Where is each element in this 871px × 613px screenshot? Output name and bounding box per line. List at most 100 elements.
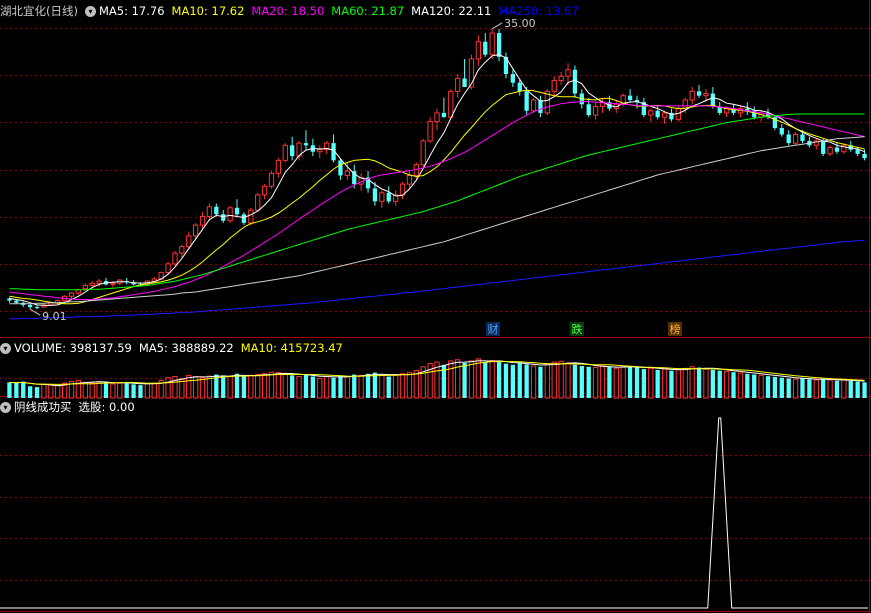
candle-body: [227, 207, 233, 222]
volume-bar: [7, 382, 12, 398]
candle-body: [379, 192, 385, 202]
volume-bar: [372, 372, 378, 398]
candle-body: [538, 99, 543, 113]
volume-bar: [599, 365, 606, 399]
volume-bar: [841, 379, 847, 399]
candle-body: [448, 90, 454, 118]
volume-bar: [737, 372, 744, 399]
candle-body: [344, 170, 350, 176]
volume-bar: [752, 374, 757, 398]
chevron-down-icon[interactable]: ▾: [84, 6, 96, 17]
ma-label-2: MA20: 18.50: [251, 4, 325, 18]
volume-bar: [117, 382, 123, 399]
volume-bar: [144, 383, 151, 399]
volume-bar: [517, 362, 522, 398]
volume-bar: [352, 374, 357, 398]
chevron-down-icon[interactable]: ▾: [0, 343, 11, 354]
candle-body: [386, 192, 391, 202]
volume-bar: [248, 374, 254, 399]
volume-bar: [689, 366, 695, 399]
volume-bar: [745, 373, 750, 398]
candle-body: [290, 145, 295, 157]
candle-body: [206, 206, 213, 217]
ma-line-ma20: [9, 101, 865, 300]
volume-bar: [110, 383, 116, 399]
high-marker-line: [491, 22, 503, 30]
candle-body: [592, 105, 599, 116]
volume-bar: [592, 367, 599, 399]
volume-bar: [496, 362, 502, 398]
candle-body: [179, 246, 185, 254]
volume-bar: [96, 381, 102, 399]
volume-bar: [620, 366, 626, 399]
candle-body: [558, 75, 564, 82]
volume-bar: [786, 378, 791, 398]
volume-bar: [82, 381, 88, 399]
volume-bar: [165, 377, 171, 399]
volume-bar: [723, 370, 730, 399]
candle-body: [530, 99, 537, 112]
volume-bar: [792, 378, 799, 399]
volume-bar: [530, 365, 537, 399]
volume-bar: [379, 374, 385, 399]
volume-bar: [827, 379, 833, 399]
candle-body: [689, 90, 695, 101]
volume-bar: [607, 366, 612, 398]
volume-bar: [455, 359, 461, 399]
candle-body: [696, 91, 702, 96]
volume-bar: [834, 380, 840, 398]
volume-bar: [813, 379, 819, 399]
indicator-label-1: 选股: 0.00: [78, 400, 135, 414]
candle-body: [779, 128, 784, 135]
candle-body: [89, 282, 95, 286]
volume-bar: [483, 362, 488, 398]
volume-bar: [489, 360, 495, 399]
volume-bar: [227, 376, 233, 399]
candle-body: [489, 32, 495, 56]
volume-bar: [14, 383, 19, 398]
indicator-panel-header: ▾ 阴线成功买 选股: 0.00: [0, 398, 149, 416]
volume-bar: [717, 370, 722, 398]
candle-body: [338, 160, 343, 176]
candle-body: [434, 112, 440, 123]
event-tag-2: 榜: [670, 322, 681, 336]
volume-bar: [358, 374, 364, 399]
candle-body: [661, 112, 668, 118]
candle-body: [586, 104, 591, 116]
volume-bar: [551, 361, 557, 399]
volume-bar: [268, 371, 275, 399]
volume-bar: [586, 366, 591, 398]
candle-body: [82, 284, 88, 290]
chevron-down-icon[interactable]: ▾: [0, 402, 11, 413]
volume-label-2: MA10: 415723.47: [240, 341, 343, 355]
ma-label-0: MA5: 17.76: [98, 4, 165, 18]
ma-label-5: MA250: 13.67: [498, 4, 579, 18]
candle-body: [496, 33, 502, 57]
candle-body: [786, 134, 791, 144]
candle-body: [248, 209, 254, 224]
volume-bar: [510, 364, 515, 398]
candle-body: [682, 99, 688, 110]
volume-bar: [344, 376, 350, 399]
candle-body: [406, 174, 413, 185]
volume-bar: [524, 364, 529, 398]
volume-bar: [558, 360, 564, 399]
candle-body: [703, 93, 709, 97]
indicator-label-0: 阴线成功买: [14, 400, 72, 414]
volume-bar: [331, 377, 336, 398]
chart-canvas: 35.009.01财跌榜: [0, 0, 871, 613]
ma-line-ma250: [9, 239, 865, 320]
volume-bar: [103, 382, 109, 398]
ma-line-ma5: [9, 54, 865, 306]
volume-bar: [241, 376, 247, 398]
volume-bar: [462, 362, 467, 398]
volume-bar: [862, 382, 867, 398]
candle-body: [792, 133, 799, 144]
volume-bar: [579, 365, 584, 398]
volume-label-0: VOLUME: 398137.59: [14, 341, 132, 355]
candle-body: [110, 282, 116, 285]
low-marker-label: 9.01: [42, 310, 67, 323]
volume-bar: [475, 358, 482, 399]
candle-body: [648, 110, 654, 116]
candle-body: [827, 146, 833, 155]
